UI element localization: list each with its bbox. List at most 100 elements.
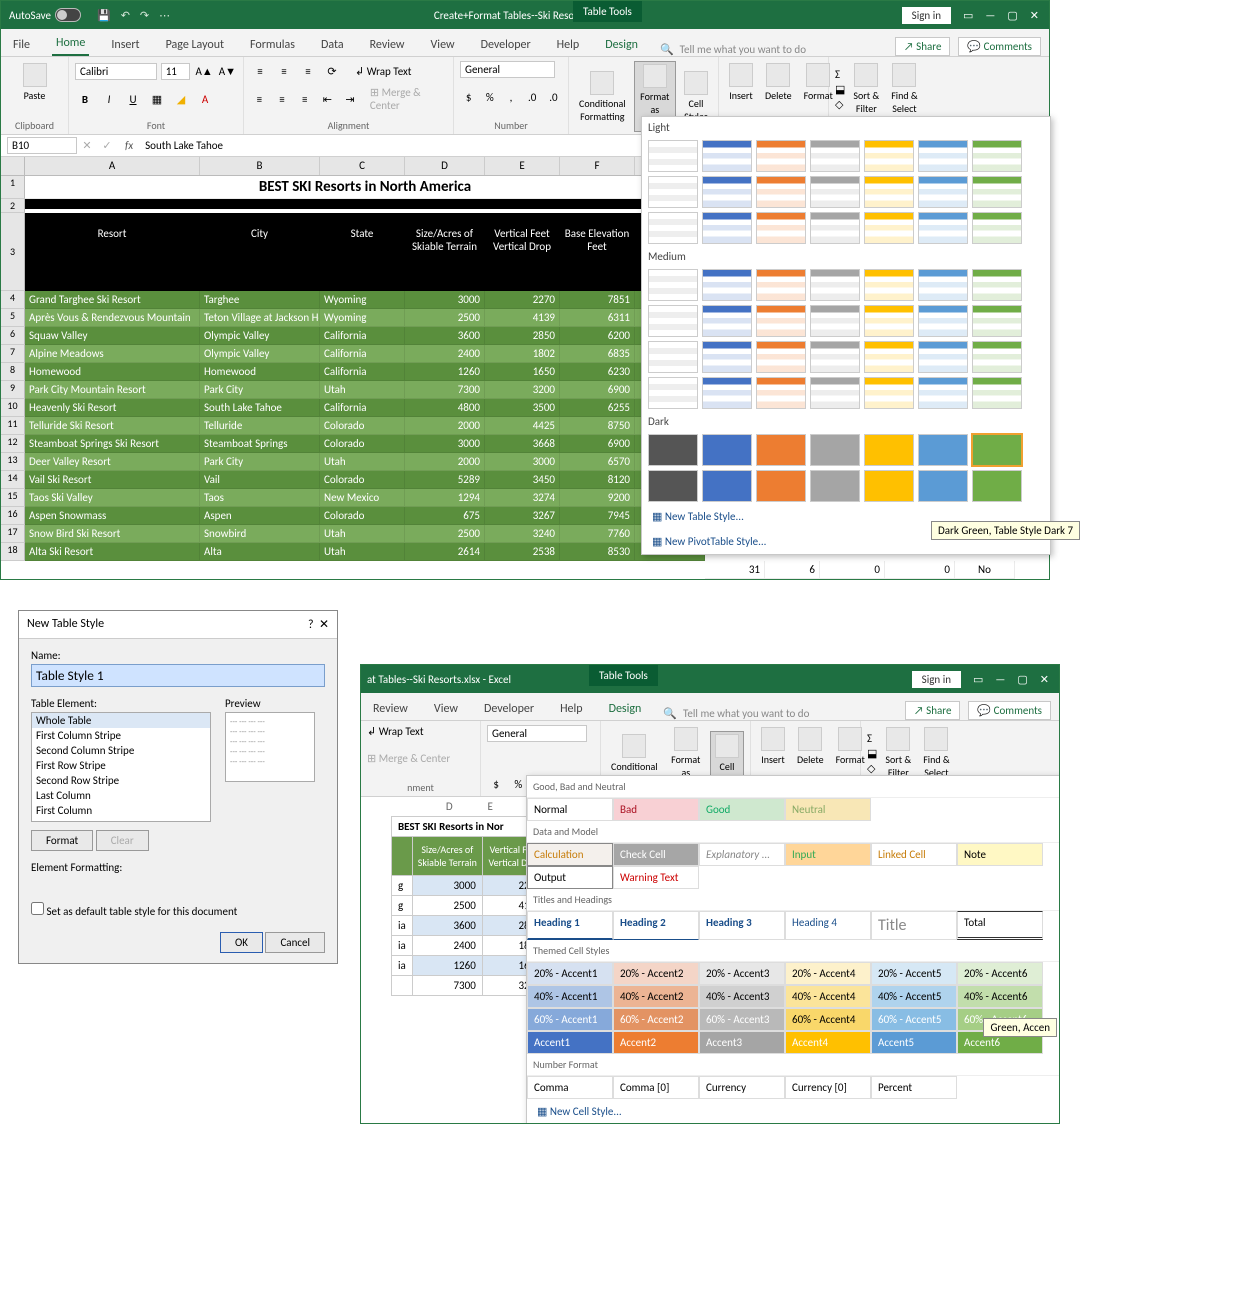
- style-explanatory[interactable]: Explanatory ...: [699, 843, 785, 866]
- col-header[interactable]: E: [485, 157, 560, 175]
- table-style-swatch[interactable]: [756, 176, 806, 208]
- cell[interactable]: No: [955, 561, 1015, 579]
- cell[interactable]: 7945: [560, 507, 635, 525]
- style-acc60-1[interactable]: 60% - Accent1: [527, 1008, 613, 1031]
- cell[interactable]: Vail Ski Resort: [25, 471, 200, 489]
- cell[interactable]: 3000: [412, 876, 482, 896]
- tell-me-search[interactable]: 🔍 Tell me what you want to do: [660, 43, 877, 56]
- tab-view[interactable]: View: [427, 34, 459, 56]
- sheet-title[interactable]: BEST SKI Resorts in Nor: [392, 817, 548, 837]
- cell[interactable]: New Mexico: [320, 489, 405, 507]
- cell[interactable]: 6200: [560, 327, 635, 345]
- row-header[interactable]: 6: [1, 327, 25, 345]
- cell[interactable]: [392, 976, 413, 996]
- cell[interactable]: Telluride: [200, 417, 320, 435]
- cell[interactable]: 3600: [412, 916, 482, 936]
- cell[interactable]: 3668: [485, 435, 560, 453]
- col-header[interactable]: C: [320, 157, 405, 175]
- cell[interactable]: 2000: [405, 453, 485, 471]
- cell[interactable]: 3000: [485, 453, 560, 471]
- tab-data[interactable]: Data: [317, 34, 348, 56]
- name-box[interactable]: B10: [7, 137, 77, 154]
- close-dialog-icon[interactable]: ✕: [319, 618, 329, 632]
- cell[interactable]: Après Vous & Rendezvous Mountain: [25, 309, 200, 327]
- cancel-formula-icon[interactable]: ✕: [77, 139, 97, 152]
- style-heading2[interactable]: Heading 2: [613, 911, 699, 940]
- table-style-swatch[interactable]: [810, 470, 860, 502]
- qat-more-icon[interactable]: ⋯: [159, 9, 170, 22]
- cell[interactable]: 31: [705, 561, 765, 579]
- cell[interactable]: 1294: [405, 489, 485, 507]
- table-element-list[interactable]: Whole TableFirst Column StripeSecond Col…: [31, 712, 211, 822]
- cell[interactable]: Steamboat Springs Ski Resort: [25, 435, 200, 453]
- cell[interactable]: 2500: [405, 525, 485, 543]
- table-header[interactable]: Resort: [25, 213, 200, 291]
- style-acc40-1[interactable]: 40% - Accent1: [527, 985, 613, 1008]
- cell[interactable]: Homewood: [200, 363, 320, 381]
- cell[interactable]: California: [320, 345, 405, 363]
- cell[interactable]: Steamboat Springs: [200, 435, 320, 453]
- style-acc60-5[interactable]: 60% - Accent5: [871, 1008, 957, 1031]
- fill-color-button[interactable]: ◢: [171, 89, 191, 109]
- number-format-dropdown[interactable]: General: [487, 725, 587, 742]
- wrap-text-button[interactable]: ↲ Wrap Text: [367, 725, 424, 738]
- table-style-swatch[interactable]: [972, 305, 1022, 337]
- row-header[interactable]: 5: [1, 309, 25, 327]
- col-header[interactable]: A: [25, 157, 200, 175]
- percent-format-icon[interactable]: %: [509, 774, 527, 794]
- percent-format-icon[interactable]: %: [481, 88, 498, 108]
- close-icon[interactable]: ✕: [1040, 673, 1049, 686]
- table-element-item[interactable]: Whole Table: [32, 713, 210, 728]
- style-check-cell[interactable]: Check Cell: [613, 843, 699, 866]
- paste-button[interactable]: Paste: [7, 61, 62, 104]
- cell[interactable]: 6900: [560, 435, 635, 453]
- table-style-swatch[interactable]: [756, 341, 806, 373]
- cell[interactable]: Utah: [320, 525, 405, 543]
- tab-help[interactable]: Help: [556, 698, 587, 720]
- sort-filter-button[interactable]: Sort & Filter: [849, 61, 883, 117]
- table-header[interactable]: City: [200, 213, 320, 291]
- conditional-formatting-button[interactable]: Conditional Formatting: [575, 69, 630, 125]
- table-style-swatch[interactable]: [702, 140, 752, 172]
- cell[interactable]: 3500: [485, 399, 560, 417]
- table-style-swatch[interactable]: [972, 434, 1022, 466]
- style-heading4[interactable]: Heading 4: [785, 911, 871, 940]
- row-header[interactable]: 8: [1, 363, 25, 381]
- table-element-item[interactable]: Second Column Stripe: [32, 743, 210, 758]
- table-style-swatch[interactable]: [756, 140, 806, 172]
- table-element-item[interactable]: Second Row Stripe: [32, 773, 210, 788]
- table-style-swatch[interactable]: [810, 176, 860, 208]
- autosave-toggle[interactable]: AutoSave: [1, 8, 89, 22]
- orientation-icon[interactable]: ⟳: [322, 61, 342, 81]
- table-header[interactable]: State: [320, 213, 405, 291]
- border-button[interactable]: ▦: [147, 89, 167, 109]
- style-note[interactable]: Note: [957, 843, 1043, 866]
- style-acc40-2[interactable]: 40% - Accent2: [613, 985, 699, 1008]
- tab-insert[interactable]: Insert: [107, 34, 143, 56]
- cell[interactable]: 3274: [485, 489, 560, 507]
- table-style-swatch[interactable]: [972, 269, 1022, 301]
- row-header[interactable]: 4: [1, 291, 25, 309]
- find-select-button[interactable]: Find & Select: [919, 725, 953, 781]
- style-acc-2[interactable]: Accent2: [613, 1031, 699, 1054]
- table-style-swatch[interactable]: [810, 341, 860, 373]
- underline-button[interactable]: U: [123, 89, 143, 109]
- cell[interactable]: Targhee: [200, 291, 320, 309]
- style-currency0[interactable]: Currency [0]: [785, 1076, 871, 1099]
- cell[interactable]: ia: [392, 936, 413, 956]
- table-tools-tab[interactable]: Table Tools: [589, 665, 658, 686]
- clear-icon[interactable]: ◇: [835, 98, 845, 111]
- table-style-swatch[interactable]: [756, 212, 806, 244]
- merge-center-button[interactable]: ⊞ Merge & Center: [367, 752, 450, 765]
- close-icon[interactable]: ✕: [1030, 9, 1039, 22]
- table-style-swatch[interactable]: [648, 434, 698, 466]
- cell[interactable]: 7300: [412, 976, 482, 996]
- style-acc-3[interactable]: Accent3: [699, 1031, 785, 1054]
- cell[interactable]: Colorado: [320, 417, 405, 435]
- table-style-swatch[interactable]: [918, 341, 968, 373]
- table-style-swatch[interactable]: [810, 434, 860, 466]
- cell[interactable]: California: [320, 327, 405, 345]
- style-total[interactable]: Total: [957, 911, 1043, 940]
- share-button[interactable]: ↗ Share: [895, 37, 950, 56]
- table-style-swatch[interactable]: [648, 305, 698, 337]
